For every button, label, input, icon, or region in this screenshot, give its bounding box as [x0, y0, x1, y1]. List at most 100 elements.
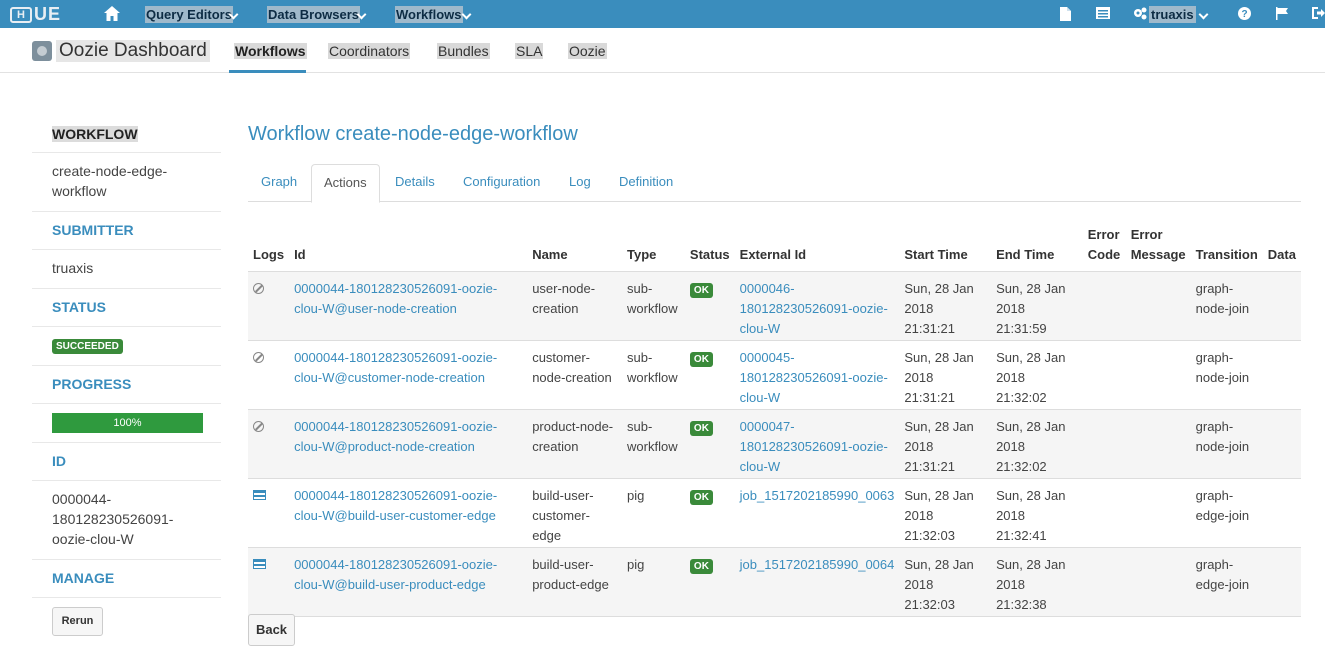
- log-icon[interactable]: [253, 559, 266, 569]
- action-name: build-user-product-edge: [527, 547, 623, 617]
- end-time: Sun, 28 Jan 2018 21:32:02: [991, 409, 1083, 479]
- workflow-tabs: Graph Actions Details Configuration Log …: [248, 164, 1301, 203]
- action-type: sub-workflow: [622, 409, 685, 479]
- tab-definition[interactable]: Definition: [607, 164, 685, 202]
- back-button[interactable]: Back: [248, 614, 295, 646]
- tab-configuration[interactable]: Configuration: [451, 164, 552, 202]
- rerun-button[interactable]: Rerun: [52, 607, 103, 636]
- error-message: [1125, 271, 1191, 341]
- hue-logo-text: UE: [34, 4, 62, 24]
- col-logs[interactable]: Logs: [248, 225, 290, 272]
- col-type[interactable]: Type: [622, 225, 685, 272]
- flag-icon[interactable]: [1276, 7, 1289, 20]
- col-error-code[interactable]: Error Code: [1082, 225, 1126, 272]
- log-icon[interactable]: [253, 490, 266, 500]
- external-id-link[interactable]: job_1517202185990_0064: [734, 547, 900, 617]
- table-row: 0000044-180128230526091-oozie-clou-W@use…: [248, 271, 1301, 341]
- end-time: Sun, 28 Jan 2018 21:31:59: [991, 271, 1083, 341]
- start-time: Sun, 28 Jan 2018 21:31:21: [899, 271, 992, 341]
- error-message: [1125, 340, 1191, 410]
- action-id-link[interactable]: 0000044-180128230526091-oozie-clou-W@pro…: [289, 409, 528, 479]
- error-message: [1125, 478, 1191, 548]
- tab-oozie[interactable]: Oozie: [568, 43, 607, 59]
- transition: graph-node-join: [1190, 271, 1263, 341]
- gears-icon[interactable]: [1133, 7, 1147, 20]
- divider: [32, 597, 221, 598]
- divider: [32, 249, 221, 250]
- action-name: build-user-customer-edge: [527, 478, 623, 548]
- divider: [32, 211, 221, 212]
- help-icon[interactable]: ?: [1238, 7, 1251, 20]
- col-error-message[interactable]: Error Message: [1125, 225, 1191, 272]
- id-part-1: 0000044-180128230526091-oozie-clou-W: [52, 491, 174, 547]
- app-header: Oozie Dashboard Workflows Coordinators B…: [0, 28, 1325, 73]
- action-id-link[interactable]: 0000044-180128230526091-oozie-clou-W@use…: [289, 271, 528, 341]
- ban-icon: [253, 421, 264, 432]
- divider: [32, 480, 221, 481]
- col-status[interactable]: Status: [684, 225, 735, 272]
- table-row: 0000044-180128230526091-oozie-clou-W@pro…: [248, 409, 1301, 479]
- divider: [32, 326, 221, 327]
- col-end-time[interactable]: End Time: [991, 225, 1083, 272]
- chevron-down-icon: [1198, 9, 1209, 20]
- external-id-link[interactable]: 0000046-180128230526091-oozie-clou-W: [734, 271, 900, 341]
- col-data[interactable]: Data: [1262, 225, 1301, 272]
- document-icon[interactable]: [1059, 7, 1071, 21]
- svg-text:?: ?: [1241, 9, 1247, 20]
- tab-details[interactable]: Details: [383, 164, 447, 202]
- tab-actions[interactable]: Actions: [311, 164, 380, 203]
- status-label: STATUS: [52, 299, 106, 315]
- action-name: product-node-creation: [527, 409, 623, 479]
- table-row: 0000044-180128230526091-oozie-clou-W@bui…: [248, 547, 1301, 617]
- data-cell: [1262, 409, 1301, 479]
- col-start-time[interactable]: Start Time: [899, 225, 992, 272]
- top-navbar: H UE Query Editors Data Browsers Workflo…: [0, 0, 1325, 28]
- col-transition[interactable]: Transition: [1190, 225, 1263, 272]
- nav-workflows[interactable]: Workflows: [395, 6, 463, 23]
- user-menu[interactable]: truaxis: [1149, 6, 1196, 23]
- transition: graph-node-join: [1190, 409, 1263, 479]
- home-icon[interactable]: [103, 5, 121, 22]
- tab-sla[interactable]: SLA: [515, 43, 544, 59]
- table-header: Logs Id Name Type Status External Id Sta…: [248, 225, 1301, 272]
- hue-logo[interactable]: H UE: [10, 4, 62, 24]
- tab-bundles[interactable]: Bundles: [437, 43, 490, 59]
- end-time: Sun, 28 Jan 2018 21:32:41: [991, 478, 1083, 548]
- external-id-link[interactable]: job_1517202185990_0063: [734, 478, 900, 548]
- action-type: pig: [622, 478, 685, 548]
- nav-query-editors[interactable]: Query Editors: [145, 6, 233, 23]
- table-row: 0000044-180128230526091-oozie-clou-W@bui…: [248, 478, 1301, 548]
- status-badge: OK: [689, 559, 713, 574]
- submitter-label: SUBMITTER: [52, 222, 134, 238]
- active-tab-indicator: [229, 70, 306, 73]
- status-badge: OK: [689, 490, 713, 505]
- action-name: user-node-creation: [527, 271, 623, 341]
- action-id-link[interactable]: 0000044-180128230526091-oozie-clou-W@bui…: [289, 547, 528, 617]
- nav-data-browsers[interactable]: Data Browsers: [267, 6, 361, 23]
- col-id[interactable]: Id: [289, 225, 528, 272]
- tab-coordinators[interactable]: Coordinators: [328, 43, 411, 59]
- action-name: customer-node-creation: [527, 340, 623, 410]
- action-id-link[interactable]: 0000044-180128230526091-oozie-clou-W@cus…: [289, 340, 528, 410]
- action-id-link[interactable]: 0000044-180128230526091-oozie-clou-W@bui…: [289, 478, 528, 548]
- external-id-link[interactable]: 0000045-180128230526091-oozie-clou-W: [734, 340, 900, 410]
- start-time: Sun, 28 Jan 2018 21:31:21: [899, 340, 992, 410]
- action-type: sub-workflow: [622, 340, 685, 410]
- col-external-id[interactable]: External Id: [734, 225, 900, 272]
- start-time: Sun, 28 Jan 2018 21:32:03: [899, 547, 992, 617]
- col-name[interactable]: Name: [527, 225, 623, 272]
- status-badge: OK: [689, 283, 713, 298]
- table-icon[interactable]: [1096, 7, 1110, 19]
- data-cell: [1262, 478, 1301, 548]
- start-time: Sun, 28 Jan 2018 21:32:03: [899, 478, 992, 548]
- ban-icon: [253, 283, 264, 294]
- external-id-link[interactable]: 0000047-180128230526091-oozie-clou-W: [734, 409, 900, 479]
- sign-out-icon[interactable]: [1312, 7, 1325, 19]
- actions-table: Logs Id Name Type Status External Id Sta…: [248, 225, 1301, 617]
- app-title[interactable]: Oozie Dashboard: [56, 40, 210, 62]
- data-cell: [1262, 340, 1301, 410]
- chevron-down-icon: [461, 9, 472, 20]
- tab-log[interactable]: Log: [557, 164, 603, 202]
- tab-graph[interactable]: Graph: [249, 164, 309, 202]
- tab-workflows[interactable]: Workflows: [234, 43, 307, 59]
